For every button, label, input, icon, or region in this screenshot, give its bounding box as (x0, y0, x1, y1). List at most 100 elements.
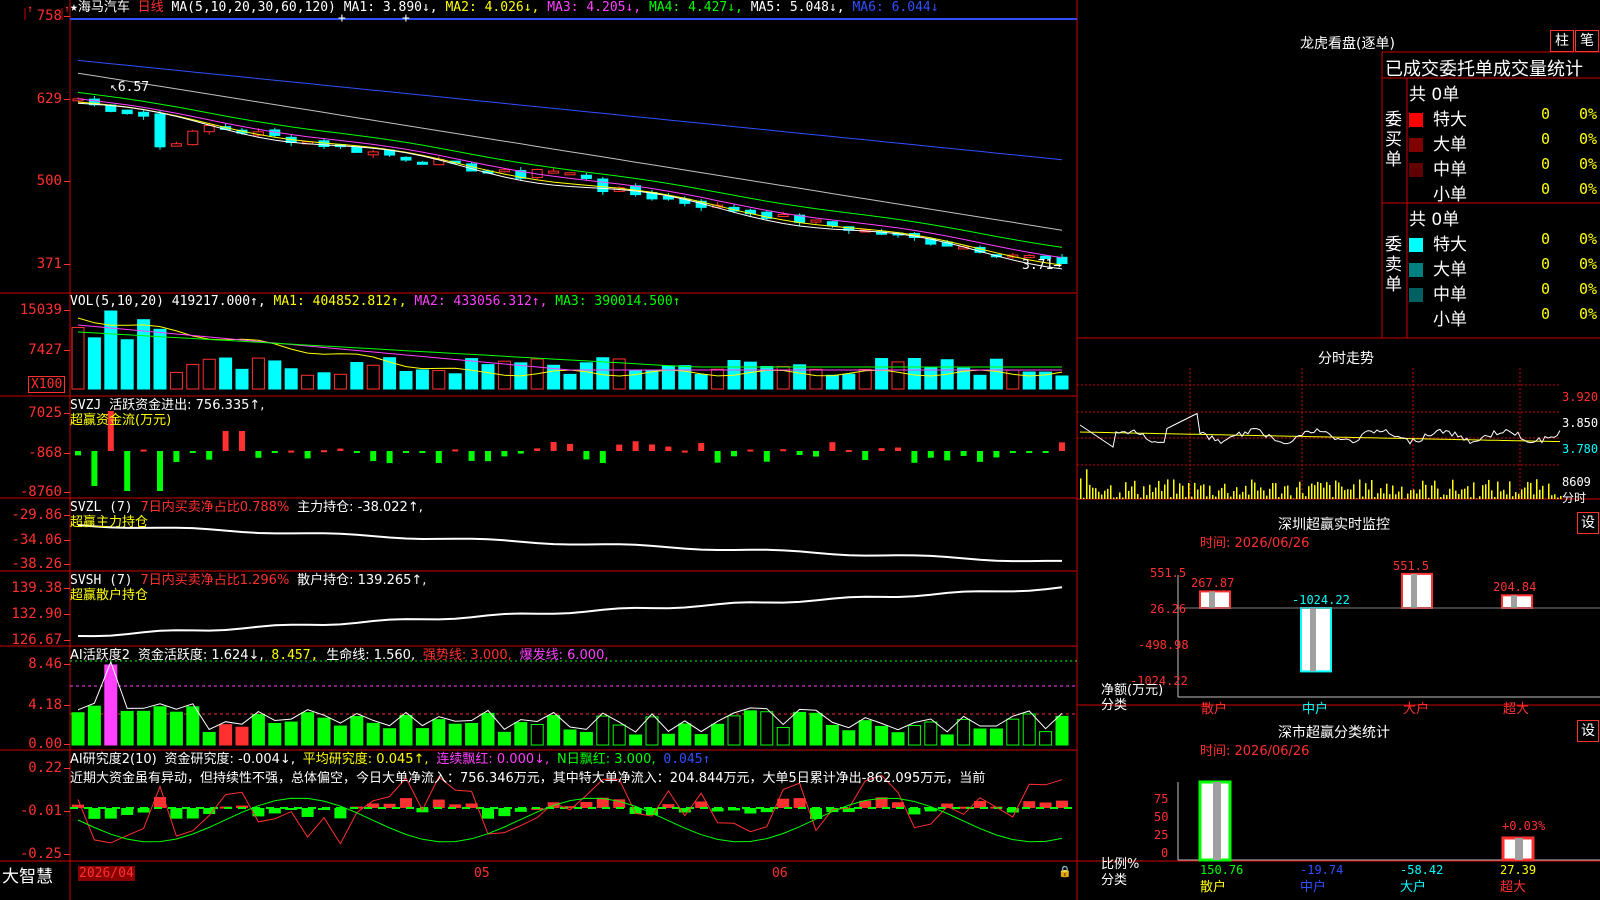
svzl-tick: -29.86 (0, 507, 70, 523)
ai-research-bar (400, 798, 412, 808)
volume-bar (350, 362, 364, 390)
buy-count: 0 (1541, 130, 1551, 148)
intraday-volume-bar (1317, 481, 1319, 499)
svzj-bar (485, 451, 491, 462)
intraday-volume-bar (1128, 490, 1130, 499)
volume-bar (153, 328, 167, 390)
ai-active-bar (596, 715, 610, 746)
sell-name: 特大 (1433, 235, 1467, 255)
ma6-value: MA6: 6.044↓ (852, 0, 939, 15)
period-label[interactable]: 日线 (138, 0, 164, 15)
intraday-volume-bar (1095, 488, 1097, 499)
intraday-volume-bar (1512, 496, 1514, 499)
ai-research-bar (498, 808, 511, 817)
intraday-volume-bar (1539, 489, 1541, 499)
intraday-volume-bar (1143, 486, 1145, 499)
high-price-value: 6.57 (117, 80, 150, 95)
ai-research-bar (121, 808, 134, 815)
ai-research-bar (104, 808, 117, 819)
intraday-volume-bar (1200, 485, 1202, 499)
vol-header: VOL(5,10,20) 419217.000↑, MA1: 404852.81… (70, 294, 681, 309)
volume-bar (743, 361, 757, 390)
bar-mode-button[interactable]: 柱 (1550, 30, 1574, 52)
svzj-bar (534, 448, 541, 451)
volume-bar (989, 358, 1003, 390)
vol-tick: 15039 (0, 302, 70, 318)
intraday-volume-bar (1170, 497, 1172, 499)
candle (351, 146, 363, 153)
buy-color-swatch (1409, 163, 1423, 177)
volume-bar (448, 373, 462, 390)
intraday-volume-bar (1227, 493, 1229, 499)
sell-row: 特大 0 0% (1409, 230, 1600, 255)
ai-active-bar (629, 734, 643, 746)
candle (170, 143, 182, 147)
monitor-settings-button[interactable]: 设 (1577, 512, 1599, 534)
ai-research-bar (170, 808, 183, 819)
intraday-volume-bar (1551, 495, 1553, 499)
low-price-value: 3.71 (1022, 258, 1054, 273)
intraday-volume-bar (1533, 494, 1535, 499)
intraday-volume-bar (1440, 496, 1442, 499)
volume-bar (629, 369, 643, 390)
svzj-bar (271, 451, 278, 453)
intraday-volume-bar (1356, 498, 1358, 499)
ma6-line (77, 59, 1063, 161)
intraday-volume-bar (1104, 490, 1106, 499)
intraday-volume-bar (1290, 495, 1292, 499)
volume-bar (415, 369, 429, 390)
candle (810, 219, 822, 223)
intraday-volume-bar (1350, 489, 1352, 499)
buy-count: 0 (1541, 155, 1551, 173)
monitor-bar-value: 204.84 (1493, 580, 1537, 595)
volume-bar (579, 362, 593, 390)
intraday-volume-bar (1086, 469, 1088, 499)
intraday-volume-bar (1548, 483, 1550, 499)
classify-value: 27.39 (1500, 863, 1537, 877)
intraday-volume-bar (1260, 487, 1262, 499)
stock-name: 海马汽车 (77, 0, 130, 15)
svzj-bar (353, 451, 360, 453)
intraday-volume-bar (1248, 494, 1250, 499)
intraday-volume-bar (1218, 490, 1220, 499)
ai-research-e: 0.045↑ (663, 752, 711, 767)
ai-active-bar (891, 732, 905, 746)
ai-research-tick: 0.22 (0, 760, 70, 776)
volume-bar (333, 373, 347, 390)
ai-research-b: 平均研究度: 0.045↑, (302, 752, 429, 767)
ai-research-c: 连续飘红: 0.000↓, (436, 752, 550, 767)
vol-ma1: MA1: 404852.812↑, (273, 294, 407, 309)
sell-row: 小单 0 0% (1409, 305, 1600, 330)
volume-bar (301, 374, 315, 390)
intraday-volume-bar (1395, 494, 1397, 499)
longhu-title: 龙虎看盘(逐单) (1300, 36, 1395, 52)
intraday-title: 分时走势 (1318, 351, 1374, 367)
intraday-volume-bar (1497, 481, 1499, 499)
buy-row: 特大 0 0% (1409, 105, 1600, 130)
volume-bar (481, 364, 495, 390)
intraday-volume-bar (1515, 492, 1517, 499)
svzj-bar (452, 449, 459, 452)
intraday-volume-bar (1110, 485, 1112, 499)
intraday-volume-bar (1467, 486, 1469, 499)
classify-tick: 0 (1161, 846, 1169, 860)
ai-active-bar (202, 731, 216, 746)
lock-icon[interactable]: 🔒 (1058, 865, 1072, 878)
classify-settings-button[interactable]: 设 (1577, 720, 1599, 742)
vol-ma2: MA2: 433056.312↑, (414, 294, 548, 309)
ai-active-bar (333, 725, 347, 746)
buy-row: 大单 0 0% (1409, 130, 1600, 155)
buy-row: 小单 0 0% (1409, 180, 1600, 205)
favorite-star-icon[interactable]: ★ (70, 0, 78, 15)
classify-value: -58.42 (1400, 863, 1444, 877)
vol-unit-label[interactable]: X100 (28, 376, 66, 393)
ai-research-comment: 近期大资金虽有异动，但持续性不强，总体偏空，今日大单净流入：756.346万元，… (70, 771, 986, 786)
buy-pct: 0% (1579, 105, 1598, 123)
candle (367, 151, 379, 156)
ai-active-bar (809, 712, 823, 746)
intraday-volume-bar (1212, 494, 1214, 499)
ai-active-bar (743, 710, 757, 746)
monitor-bar-shade (1411, 573, 1417, 608)
pen-mode-button[interactable]: 笔 (1575, 30, 1599, 52)
svsh-tick: 132.90 (0, 606, 70, 622)
